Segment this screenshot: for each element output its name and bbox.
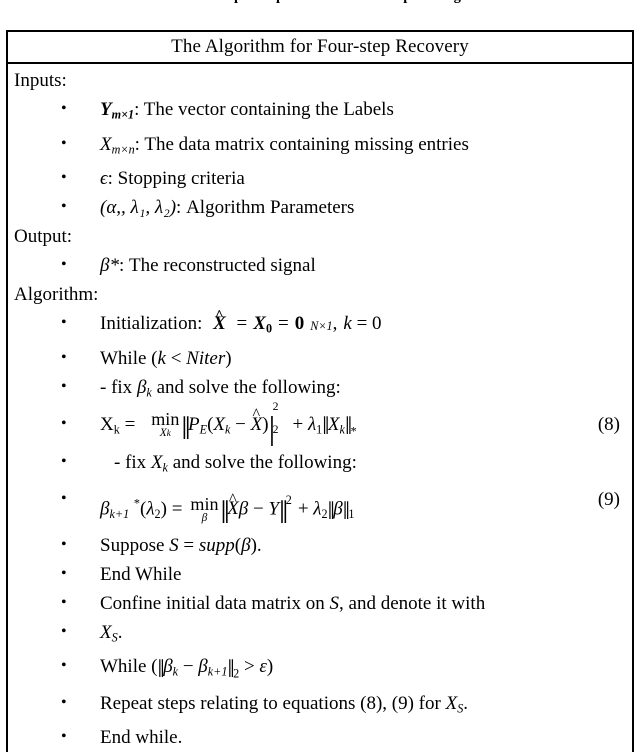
input-symbol-x: X [100, 133, 112, 155]
input-symbol-x-subscript: m×n [111, 142, 135, 157]
algorithm-section-header: Algorithm: [14, 284, 99, 306]
fix-beta-line: - fix βk and solve the following: [14, 372, 626, 408]
min-operator-xk: min Xk [151, 409, 180, 440]
equation-8-row: Xk =minXk‖PE(Xk − X)|22+ λ1‖Xk‖* (8) [14, 401, 626, 448]
output-symbol-beta: β* [100, 255, 119, 277]
equation-9-row: βk+1 *(λ2) =minβ‖Xβ − Y‖2+ λ2‖β‖1 (9) [14, 482, 626, 531]
list-item: Xm×n: The data matrix containing missing… [14, 129, 626, 165]
list-item-end-while-1: End While [14, 559, 626, 589]
inputs-section-header: Inputs: [14, 70, 67, 91]
input-symbol-epsilon: ϵ [100, 168, 108, 190]
min-operator-beta: min β [190, 493, 219, 524]
list-item: ϵ: Stopping criteria [14, 163, 626, 193]
output-desc-beta: : The reconstructed signal [118, 255, 316, 277]
input-desc-x: : The data matrix containing missing ent… [134, 133, 469, 155]
inputs-list: Ym×1: The vector containing the Labels X… [14, 94, 626, 222]
table-caption: Table 1 Step wise presentation of four-p… [0, 0, 640, 5]
list-item-while-outer: While (k < Niter) [14, 343, 626, 373]
confine-line-2: XS. [14, 617, 626, 653]
algorithm-table-body: Inputs: Ym×1: The vector containing the … [8, 64, 632, 752]
list-item: (α,, λ₁, λ₂): Algorithm Parameters [14, 192, 626, 222]
list-item: Ym×1: The vector containing the Labels [14, 94, 626, 130]
input-symbol-y: Y [100, 99, 112, 120]
init-label: Initialization: [100, 313, 203, 335]
list-item-while-inner: While (‖βk − βk+1‖2 > ε) [14, 651, 626, 688]
equation-8-number: (8) [597, 413, 620, 435]
caption-label: Table 1 [136, 0, 181, 4]
fix-x-line: - fix Xk and solve the following: [14, 447, 626, 483]
caption-text: Step wise presentation of four-phase alg… [215, 0, 504, 4]
list-item-end-while-2: End while. [14, 722, 626, 752]
init-x-hat: X [213, 309, 226, 338]
list-item-confine: Confine initial data matrix on S, and de… [14, 588, 626, 618]
output-section-header: Output: [14, 226, 73, 248]
equation-9-expression: βk+1 *(λ2) =minβ‖Xβ − Y‖2+ λ2‖β‖1 [100, 483, 354, 531]
algorithm-table: The Algorithm for Four-step Recovery Inp… [6, 30, 634, 752]
equation-9-number: (9) [597, 488, 620, 510]
list-item: β*: The reconstructed signal [14, 250, 626, 280]
output-list: β*: The reconstructed signal [14, 250, 626, 280]
algorithm-list: Initialization: X =X0=0N×1,k = 0 While (… [14, 308, 626, 752]
table-caption-clip: Table 1 Step wise presentation of four-p… [0, 0, 640, 16]
list-item-repeat: Repeat steps relating to equations (8), … [14, 688, 626, 724]
list-item-initialization: Initialization: X =X0=0N×1,k = 0 [14, 308, 626, 344]
input-desc-params: : Algorithm Parameters [176, 197, 355, 219]
input-symbol-y-subscript: m×1 [111, 107, 135, 122]
input-desc-epsilon: : Stopping criteria [107, 168, 245, 190]
algorithm-table-title: The Algorithm for Four-step Recovery [8, 32, 632, 64]
input-symbol-params: (α,, λ₁, λ₂) [100, 197, 177, 219]
suppose-line: Suppose S = supp(β). [14, 530, 626, 560]
equation-8-expression: Xk =minXk‖PE(Xk − X)|22+ λ1‖Xk‖* [100, 401, 357, 448]
input-desc-y: : The vector containing the Labels [134, 99, 394, 120]
